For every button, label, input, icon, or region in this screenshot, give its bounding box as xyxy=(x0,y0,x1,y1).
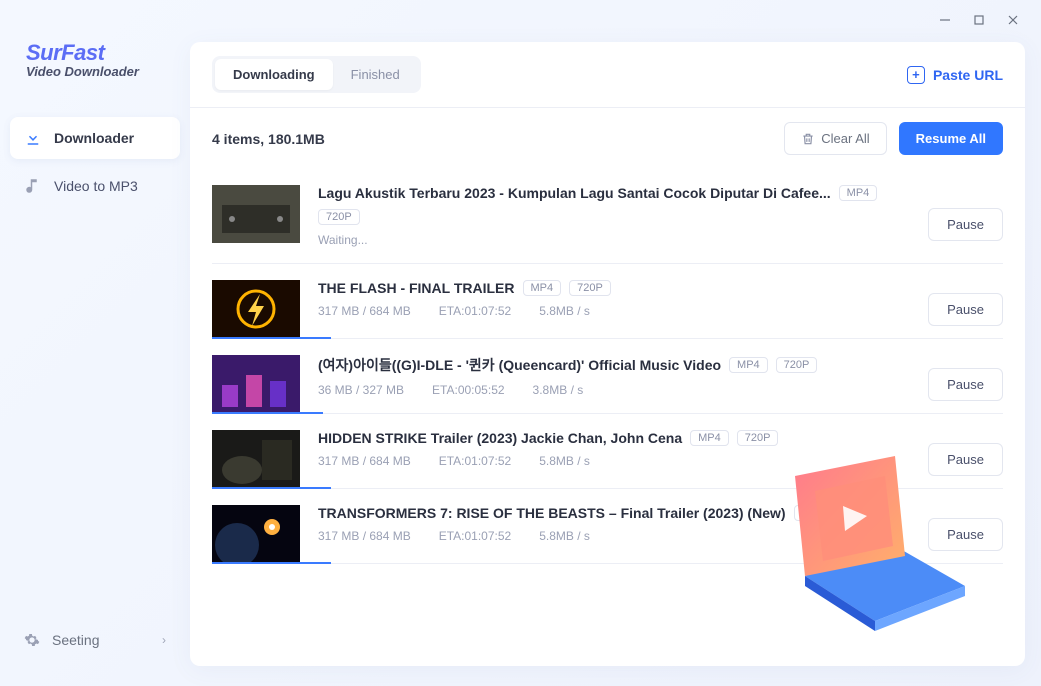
plus-icon: + xyxy=(907,66,925,84)
video-title: THE FLASH - FINAL TRAILER xyxy=(318,280,515,296)
pause-button[interactable]: Pause xyxy=(928,208,1003,241)
quality-badge: 720P xyxy=(776,357,818,373)
pause-button[interactable]: Pause xyxy=(928,443,1003,476)
pause-button[interactable]: Pause xyxy=(928,368,1003,401)
clear-all-button[interactable]: Clear All xyxy=(784,122,886,155)
video-title: HIDDEN STRIKE Trailer (2023) Jackie Chan… xyxy=(318,430,682,446)
eta-text: ETA:01:07:52 xyxy=(439,529,512,543)
speed-text: 5.8MB / s xyxy=(539,304,590,318)
eta-text: ETA:00:05:52 xyxy=(432,383,505,397)
download-list: Lagu Akustik Terbaru 2023 - Kumpulan Lag… xyxy=(190,169,1025,666)
eta-text: ETA:01:07:52 xyxy=(439,304,512,318)
download-row: TRANSFORMERS 7: RISE OF THE BEASTS – Fin… xyxy=(212,489,1003,564)
resume-all-button[interactable]: Resume All xyxy=(899,122,1003,155)
music-icon xyxy=(24,177,42,195)
settings-link[interactable]: Seeting › xyxy=(10,622,180,658)
format-badge: MP4 xyxy=(729,357,768,373)
video-title: Lagu Akustik Terbaru 2023 - Kumpulan Lag… xyxy=(318,185,831,201)
download-row: THE FLASH - FINAL TRAILER MP4 720P 317 M… xyxy=(212,264,1003,339)
brand: SurFast Video Downloader xyxy=(0,40,190,79)
close-icon[interactable] xyxy=(1005,12,1021,28)
download-row: Lagu Akustik Terbaru 2023 - Kumpulan Lag… xyxy=(212,169,1003,264)
format-badge: MP4 xyxy=(690,430,729,446)
resume-all-label: Resume All xyxy=(916,131,986,146)
download-row: (여자)아이들((G)I-DLE - '퀸카 (Queencard)' Offi… xyxy=(212,339,1003,414)
speed-text: 3.8MB / s xyxy=(533,383,584,397)
sidebar-item-video-to-mp3[interactable]: Video to MP3 xyxy=(10,165,180,207)
download-icon xyxy=(24,129,42,147)
quality-badge: 720P xyxy=(318,209,360,225)
format-badge: MP4 xyxy=(794,505,833,521)
main-panel: Downloading Finished + Paste URL 4 items… xyxy=(190,42,1025,666)
video-title: (여자)아이들((G)I-DLE - '퀸카 (Queencard)' Offi… xyxy=(318,355,721,375)
pause-button[interactable]: Pause xyxy=(928,518,1003,551)
gear-icon xyxy=(24,632,40,648)
toolbar: 4 items, 180.1MB Clear All Resume All xyxy=(190,108,1025,169)
sidebar: SurFast Video Downloader Downloader Vide… xyxy=(0,0,190,686)
video-thumbnail xyxy=(212,505,300,563)
settings-label: Seeting xyxy=(52,632,99,648)
maximize-icon[interactable] xyxy=(971,12,987,28)
video-thumbnail xyxy=(212,185,300,243)
chevron-right-icon: › xyxy=(162,633,166,647)
pause-button[interactable]: Pause xyxy=(928,293,1003,326)
speed-text: 5.8MB / s xyxy=(539,454,590,468)
sidebar-item-downloader[interactable]: Downloader xyxy=(10,117,180,159)
format-badge: MP4 xyxy=(523,280,562,296)
size-text: 317 MB / 684 MB xyxy=(318,529,411,543)
brand-title: SurFast xyxy=(26,40,190,66)
sidebar-item-label: Downloader xyxy=(54,130,134,146)
sidebar-item-label: Video to MP3 xyxy=(54,178,138,194)
items-summary: 4 items, 180.1MB xyxy=(212,131,325,147)
sidebar-footer: Seeting › xyxy=(0,622,190,686)
video-thumbnail xyxy=(212,355,300,413)
quality-badge: 720P xyxy=(840,505,882,521)
paste-url-label: Paste URL xyxy=(933,67,1003,83)
quality-badge: 720P xyxy=(569,280,611,296)
download-row: HIDDEN STRIKE Trailer (2023) Jackie Chan… xyxy=(212,414,1003,489)
size-text: 36 MB / 327 MB xyxy=(318,383,404,397)
tab-downloading[interactable]: Downloading xyxy=(215,59,333,90)
clear-all-label: Clear All xyxy=(821,131,869,146)
minimize-icon[interactable] xyxy=(937,12,953,28)
tabs: Downloading Finished xyxy=(212,56,421,93)
video-title: TRANSFORMERS 7: RISE OF THE BEASTS – Fin… xyxy=(318,505,786,521)
progress-bar xyxy=(212,562,331,564)
brand-subtitle: Video Downloader xyxy=(26,64,190,79)
size-text: 317 MB / 684 MB xyxy=(318,454,411,468)
trash-icon xyxy=(801,132,815,146)
video-thumbnail xyxy=(212,430,300,488)
size-text: 317 MB / 684 MB xyxy=(318,304,411,318)
quality-badge: 720P xyxy=(737,430,779,446)
topbar: Downloading Finished + Paste URL xyxy=(190,42,1025,108)
status-text: Waiting... xyxy=(318,233,368,247)
tab-finished[interactable]: Finished xyxy=(333,59,418,90)
format-badge: MP4 xyxy=(839,185,878,201)
paste-url-button[interactable]: + Paste URL xyxy=(907,66,1003,84)
speed-text: 5.8MB / s xyxy=(539,529,590,543)
video-thumbnail xyxy=(212,280,300,338)
eta-text: ETA:01:07:52 xyxy=(439,454,512,468)
sidebar-nav: Downloader Video to MP3 xyxy=(0,117,190,207)
window-controls xyxy=(937,12,1021,28)
